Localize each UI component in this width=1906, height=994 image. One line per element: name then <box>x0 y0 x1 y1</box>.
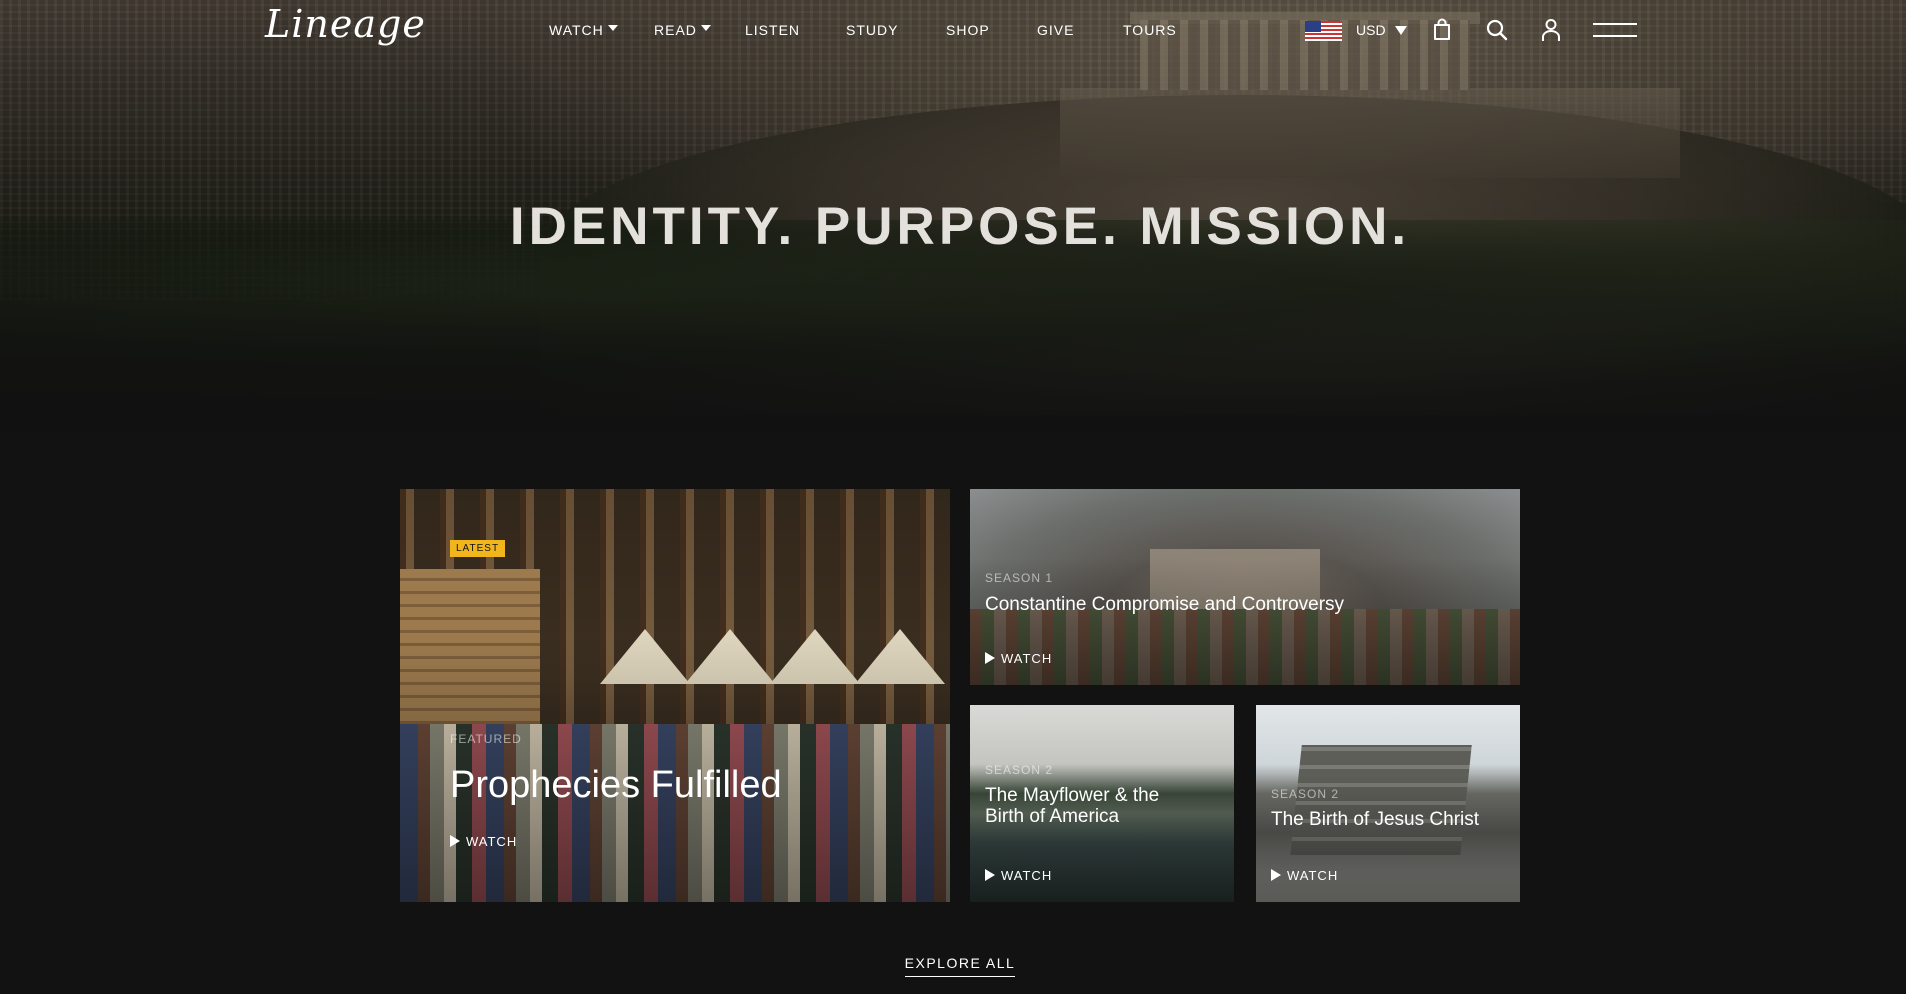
latest-badge: LATEST <box>450 540 506 557</box>
play-icon <box>450 835 460 847</box>
nav-item-shop[interactable]: SHOP <box>946 22 990 38</box>
watch-label: WATCH <box>466 834 518 849</box>
card-kicker: SEASON 2 <box>1271 787 1340 801</box>
user-icon[interactable] <box>1541 18 1561 42</box>
episode-card[interactable]: SEASON 1 Constantine Compromise and Cont… <box>970 489 1520 685</box>
chevron-down-icon <box>700 25 711 31</box>
nav-label: READ <box>654 22 697 38</box>
watch-label: WATCH <box>1001 868 1053 883</box>
card-title[interactable]: Prophecies Fulfilled <box>450 764 782 807</box>
currency-selector[interactable]: USD <box>1356 22 1386 38</box>
shopping-bag-icon[interactable] <box>1433 18 1451 40</box>
watch-button[interactable]: WATCH <box>450 834 517 849</box>
nav-item-tours[interactable]: TOURS <box>1123 22 1177 38</box>
watch-label: WATCH <box>1001 651 1053 666</box>
chevron-down-icon <box>607 25 618 31</box>
watch-label: WATCH <box>1287 868 1339 883</box>
card-title[interactable]: The Birth of Jesus Christ <box>1271 809 1479 830</box>
us-flag-icon[interactable] <box>1305 21 1342 41</box>
play-icon <box>1271 869 1281 881</box>
play-icon <box>985 652 995 664</box>
episode-card[interactable]: SEASON 2 The Mayflower & the Birth of Am… <box>970 705 1234 902</box>
card-overlay <box>970 489 1520 685</box>
play-icon <box>985 869 995 881</box>
search-icon[interactable] <box>1486 19 1508 41</box>
watch-button[interactable]: WATCH <box>985 651 1052 666</box>
card-title[interactable]: The Mayflower & the Birth of America <box>985 785 1185 828</box>
explore-all-container: EXPLORE ALL <box>0 955 1906 977</box>
watch-button[interactable]: WATCH <box>1271 868 1338 883</box>
nav-label: WATCH <box>549 22 604 38</box>
explore-all-link[interactable]: EXPLORE ALL <box>904 955 1016 977</box>
nav-item-listen[interactable]: LISTEN <box>745 22 800 38</box>
nav-item-read[interactable]: READ <box>654 22 711 38</box>
card-title[interactable]: Constantine Compromise and Controversy <box>985 594 1344 615</box>
card-kicker: FEATURED <box>450 732 522 746</box>
hero-headline: IDENTITY. PURPOSE. MISSION. <box>509 197 1411 256</box>
featured-card[interactable]: LATEST FEATURED Prophecies Fulfilled WAT… <box>400 489 950 902</box>
logo[interactable]: Lineage <box>265 2 426 46</box>
nav-item-watch[interactable]: WATCH <box>549 22 618 38</box>
nav-item-study[interactable]: STUDY <box>846 22 898 38</box>
watch-button[interactable]: WATCH <box>985 868 1052 883</box>
nav-item-give[interactable]: GIVE <box>1037 22 1074 38</box>
hamburger-menu-icon[interactable] <box>1593 21 1637 39</box>
episode-card[interactable]: SEASON 2 The Birth of Jesus Christ WATCH <box>1256 705 1520 902</box>
card-kicker: SEASON 1 <box>985 571 1054 585</box>
card-kicker: SEASON 2 <box>985 763 1054 777</box>
currency-chevron-icon[interactable] <box>1395 26 1407 35</box>
